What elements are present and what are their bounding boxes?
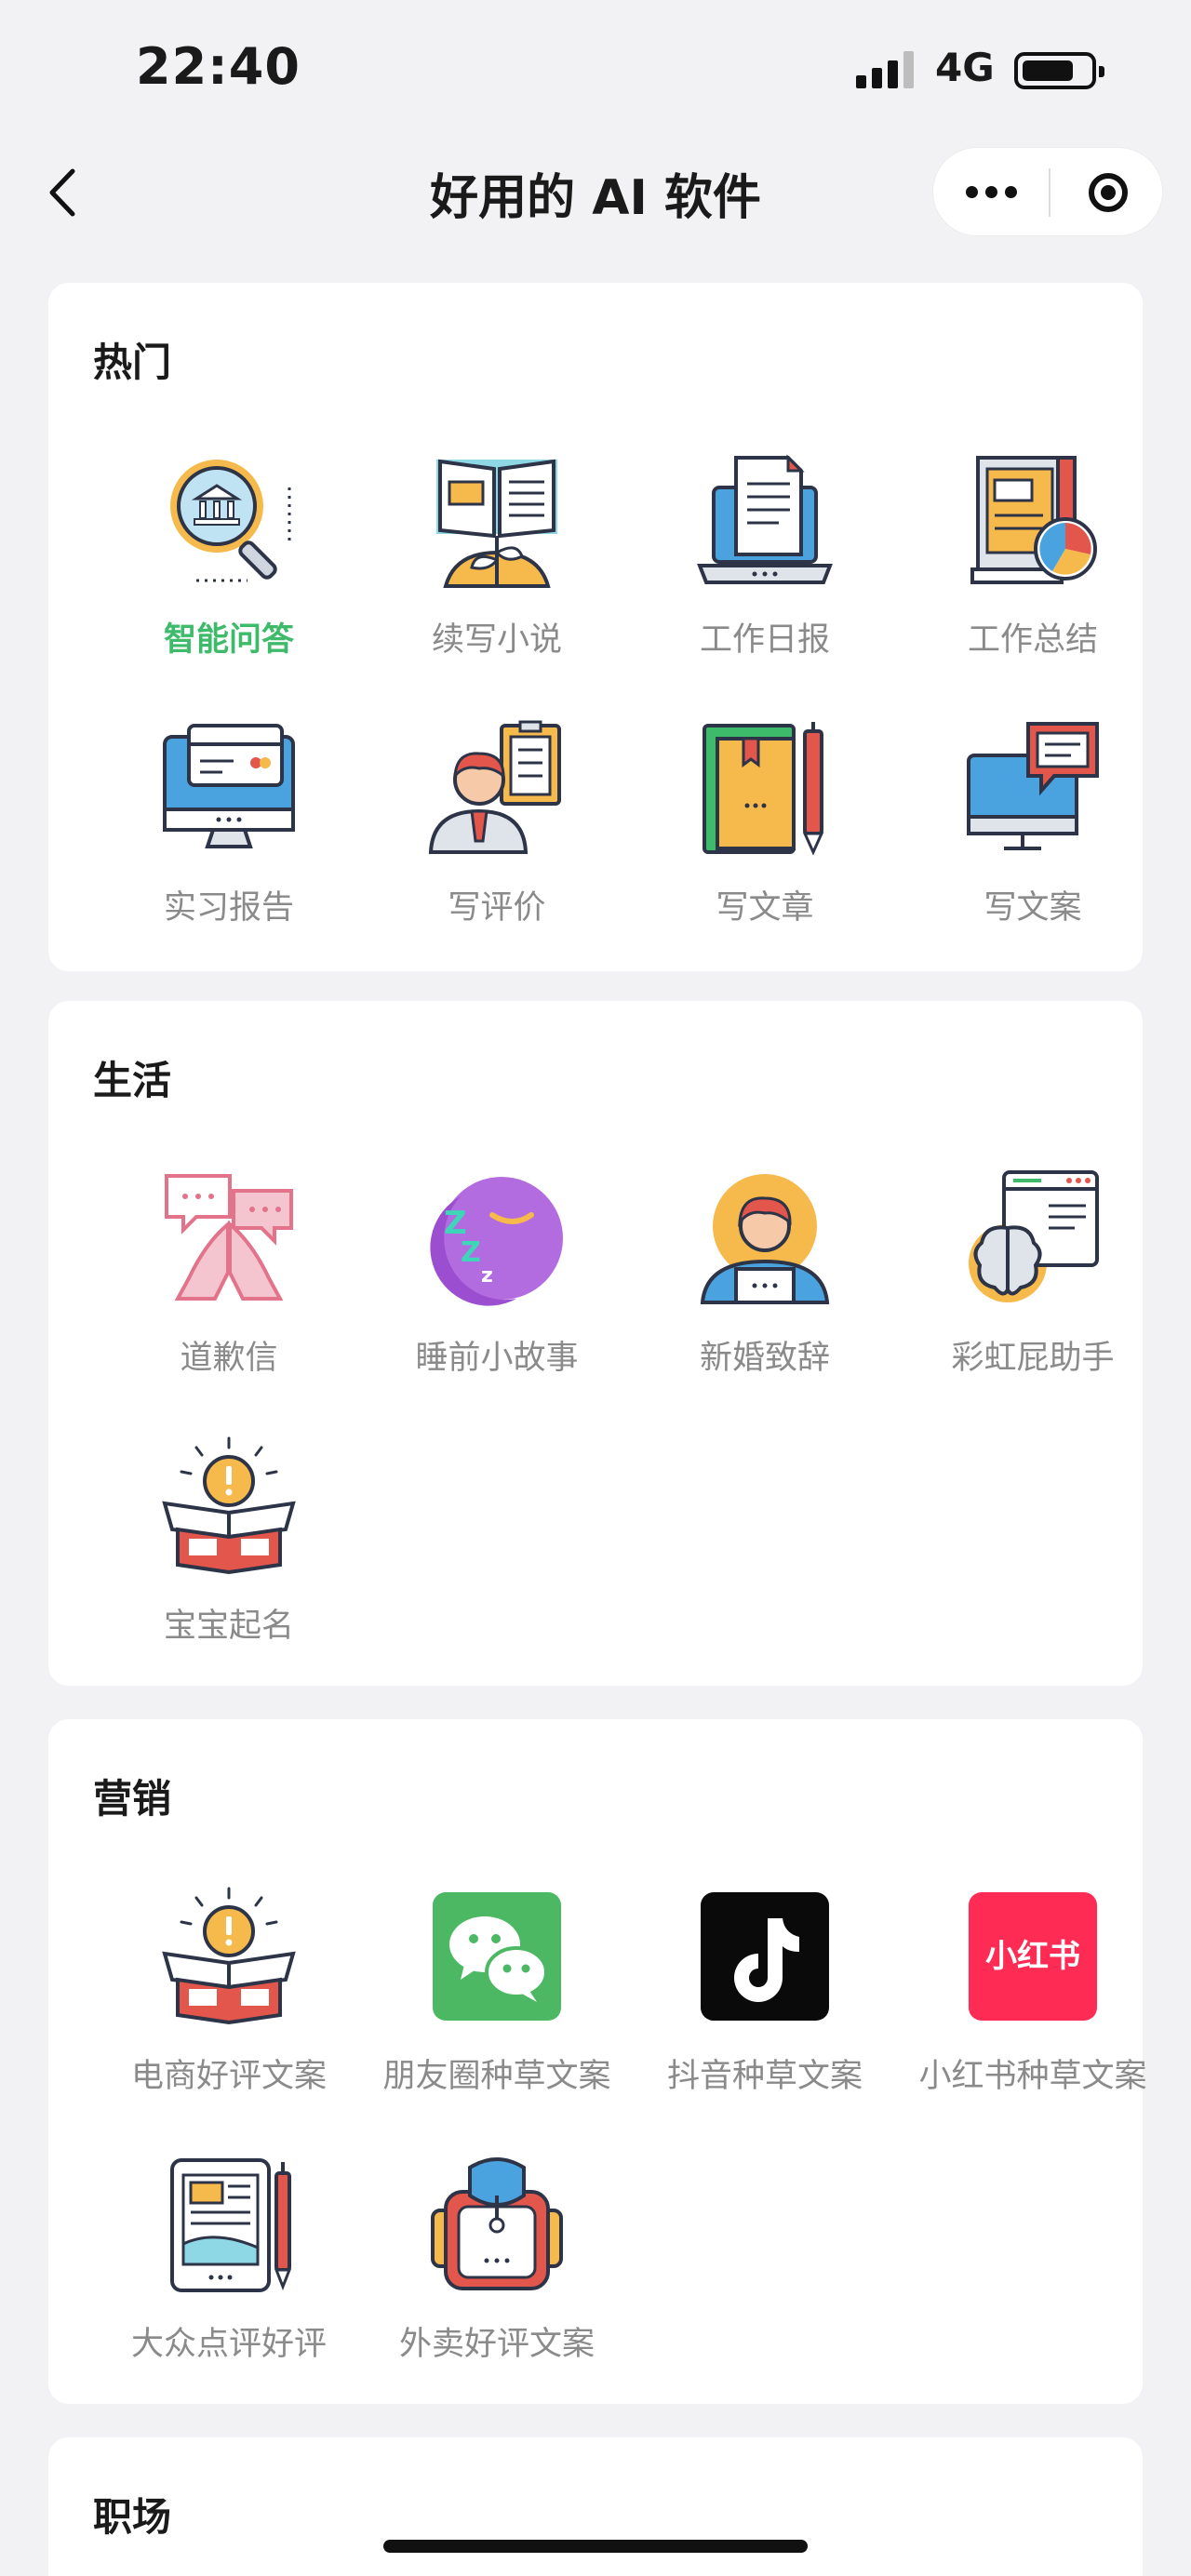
svg-text:Z: Z — [461, 1236, 481, 1269]
close-miniprogram-button[interactable] — [1050, 148, 1164, 237]
network-type: 4G — [935, 45, 995, 90]
monitor-chat-icon — [963, 718, 1103, 858]
tool-label: 写评价 — [448, 889, 546, 927]
moon-sleep-icon: Z Z z — [427, 1168, 567, 1308]
tool-item-internship-report[interactable]: 实习报告 — [95, 718, 363, 960]
tool-item-xiaohongshu-copy[interactable]: 小红书 小红书种草文案 — [899, 1887, 1167, 2129]
tool-label: 睡前小故事 — [415, 1340, 579, 1377]
tool-item-ecommerce-review[interactable]: 电商好评文案 — [95, 1887, 363, 2129]
wechat-icon — [427, 1887, 567, 2026]
tool-label: 实习报告 — [163, 889, 294, 927]
home-indicator[interactable] — [383, 2540, 808, 2553]
person-laptop-icon — [695, 1168, 835, 1308]
tool-label: 道歉信 — [180, 1340, 278, 1377]
tool-label: 彩虹屁助手 — [951, 1340, 1115, 1377]
tool-label: 工作总结 — [967, 621, 1098, 659]
monitor-card-icon — [159, 718, 299, 858]
tool-item-bedtime-story[interactable]: Z Z z 睡前小故事 — [363, 1168, 631, 1410]
book-pen-icon — [695, 718, 835, 858]
tool-label: 电商好评文案 — [130, 2058, 327, 2095]
tool-label: 抖音种草文案 — [666, 2058, 863, 2095]
tool-label: 外卖好评文案 — [398, 2326, 595, 2363]
xiaohongshu-logo-text: 小红书 — [985, 1938, 1080, 1975]
tiktok-icon — [695, 1887, 835, 2026]
section-marketing: 营销 电商好评文案 朋友圈种草文案 抖音种草文案 小红书 小红书种草文案 大众点… — [48, 1719, 1147, 2404]
tool-item-daily-report[interactable]: 工作日报 — [631, 450, 899, 692]
tool-item-compliment-helper[interactable]: 彩虹屁助手 — [899, 1168, 1167, 1410]
tool-item-dianping-review[interactable]: 大众点评好评 — [95, 2155, 363, 2396]
tool-item-douyin-copy[interactable]: 抖音种草文案 — [631, 1887, 899, 2129]
tool-item-smart-qa[interactable]: 智能问答 — [95, 450, 363, 692]
tool-label: 续写小说 — [431, 621, 562, 659]
tool-item-write-review[interactable]: 写评价 — [363, 718, 631, 960]
tool-label: 宝宝起名 — [163, 1608, 294, 1645]
section-title: 营销 — [93, 1776, 172, 1822]
xiaohongshu-icon: 小红书 — [963, 1887, 1103, 2026]
tool-item-apology-letter[interactable]: 道歉信 — [95, 1168, 363, 1410]
mini-program-capsule — [932, 147, 1163, 236]
tool-label: 新婚致辞 — [699, 1340, 830, 1377]
tool-item-moments-copy[interactable]: 朋友圈种草文案 — [363, 1887, 631, 2129]
tool-label: 工作日报 — [699, 621, 830, 659]
laptop-document-icon — [695, 450, 835, 590]
idea-box-icon — [159, 1436, 299, 1576]
tool-item-takeout-review[interactable]: 外卖好评文案 — [363, 2155, 631, 2396]
more-dots-icon — [966, 186, 978, 198]
idea-box-icon — [159, 1887, 299, 2026]
section-title: 生活 — [93, 1058, 172, 1103]
open-book-icon — [427, 450, 567, 590]
tool-label: 朋友圈种草文案 — [382, 2058, 611, 2095]
tool-item-copywriting[interactable]: 写文案 — [899, 718, 1167, 960]
section-title: 职场 — [93, 2494, 172, 2540]
tool-label: 小红书种草文案 — [918, 2058, 1147, 2095]
backpack-icon — [427, 2155, 567, 2294]
tool-item-work-summary[interactable]: 工作总结 — [899, 450, 1167, 692]
section-life: 生活 道歉信 Z Z z 睡前小故事 新婚致辞 彩虹屁助手 宝宝起名 — [48, 1001, 1143, 1686]
section-hot: 热门 智能问答 续写小说 工作日报 工作总结 实习报告 写评价 写文章 写文案 — [48, 283, 1143, 971]
pray-hands-icon — [159, 1168, 299, 1308]
tool-label: 写文案 — [984, 889, 1082, 927]
section-title: 热门 — [93, 340, 172, 385]
tool-label: 智能问答 — [163, 621, 294, 659]
tool-label: 大众点评好评 — [130, 2326, 327, 2363]
signal-icon — [856, 51, 921, 88]
tool-item-write-article[interactable]: 写文章 — [631, 718, 899, 960]
section-workplace: 职场 — [48, 2437, 1143, 2576]
svg-text:z: z — [481, 1264, 493, 1288]
report-chart-icon — [963, 450, 1103, 590]
status-bar: 22:40 4G — [0, 0, 1191, 140]
tool-item-wedding-speech[interactable]: 新婚致辞 — [631, 1168, 899, 1410]
status-time: 22:40 — [136, 37, 301, 96]
tablet-pen-icon — [159, 2155, 299, 2294]
tool-label: 写文章 — [716, 889, 814, 927]
brain-browser-icon — [963, 1168, 1103, 1308]
battery-icon — [1014, 52, 1104, 89]
tool-item-baby-naming[interactable]: 宝宝起名 — [95, 1436, 363, 1678]
person-clipboard-icon — [427, 718, 567, 858]
nav-bar: 好用的 AI 软件 — [0, 140, 1191, 251]
magnifier-bank-icon — [159, 450, 299, 590]
tool-item-novel-continue[interactable]: 续写小说 — [363, 450, 631, 692]
more-button[interactable] — [933, 148, 1049, 237]
